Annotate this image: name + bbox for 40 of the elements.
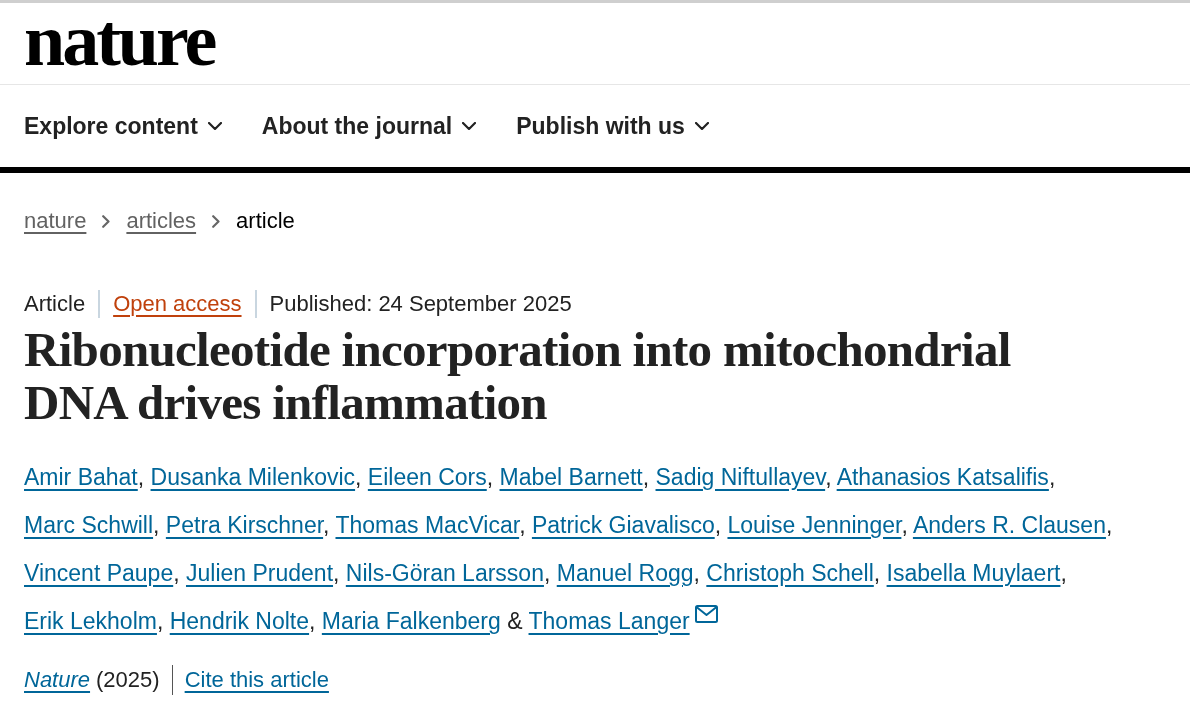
author-link[interactable]: Nils-Göran Larsson: [345, 560, 544, 586]
author-link[interactable]: Petra Kirschner: [165, 512, 324, 538]
author-link[interactable]: Sadig Niftullayev: [655, 464, 826, 490]
author-link[interactable]: Anders R. Clausen: [912, 512, 1106, 538]
article-title: Ribonucleotide incorporation into mitochondrial DNA drives inflammation: [24, 323, 1012, 429]
author-link[interactable]: Isabella Muylaert: [886, 560, 1061, 586]
author-link[interactable]: Louise Jenninger: [727, 512, 902, 538]
author-link[interactable]: Athanasios Katsalifis: [836, 464, 1049, 490]
author-link[interactable]: Mabel Barnett: [499, 464, 643, 490]
cite-article-link[interactable]: Cite this article: [184, 667, 329, 693]
author-link[interactable]: Manuel Rogg: [556, 560, 694, 586]
author-link[interactable]: Maria Falkenberg: [321, 608, 501, 634]
chevron-right-icon: [212, 214, 221, 228]
journal-logo[interactable]: nature: [24, 2, 215, 77]
nav-menu-button[interactable]: Publish with us: [516, 112, 709, 140]
publication-year: (2025): [96, 665, 173, 695]
author-link[interactable]: Thomas Langer: [528, 608, 690, 634]
nav-menu-button[interactable]: Explore content: [24, 112, 222, 140]
breadcrumb-link[interactable]: articles: [126, 206, 197, 236]
breadcrumb-link[interactable]: nature: [24, 206, 87, 236]
author-link[interactable]: Christoph Schell: [706, 560, 874, 586]
published-date: Published: 24 September 2025: [254, 290, 585, 318]
article-type-label: Article: [24, 290, 87, 318]
author-link[interactable]: Dusanka Milenkovic: [150, 464, 356, 490]
author-link[interactable]: Eileen Cors: [367, 464, 487, 490]
nav-menu-button[interactable]: About the journal: [261, 112, 477, 140]
author-list: Amir Bahat, Dusanka Milenkovic, Eileen Cors, Mabel Barnett, Sadig Niftullayev, Athanasios Katsalifis, Marc Schwill, Petra Kirschner, Thomas MacVicar, Patrick Giavalisco, Louise Jenninger, Anders R. Clausen, Vincent Paupe, Julien Prudent, Nils-Göran Larsson, Manuel Rogg, Christoph Schell, Isabella Muylaert, Erik Lekholm, Hendrik Nolte, Maria Falkenberg & Thomas Langer: [24, 453, 1166, 645]
author-link[interactable]: Patrick Giavalisco: [531, 512, 715, 538]
author-link[interactable]: Vincent Paupe: [24, 560, 174, 586]
journal-link[interactable]: Nature: [24, 667, 91, 693]
author-link[interactable]: Marc Schwill: [24, 512, 154, 538]
author-link[interactable]: Julien Prudent: [186, 560, 334, 586]
author-link[interactable]: Erik Lekholm: [24, 608, 157, 634]
author-link[interactable]: Amir Bahat: [24, 464, 138, 490]
author-link[interactable]: Thomas MacVicar: [335, 512, 520, 538]
envelope-icon[interactable]: [694, 605, 718, 623]
open-access-link[interactable]: Open access: [98, 290, 255, 318]
author-link[interactable]: Hendrik Nolte: [169, 608, 310, 634]
breadcrumb-current: article: [236, 207, 295, 235]
chevron-right-icon: [102, 214, 111, 228]
